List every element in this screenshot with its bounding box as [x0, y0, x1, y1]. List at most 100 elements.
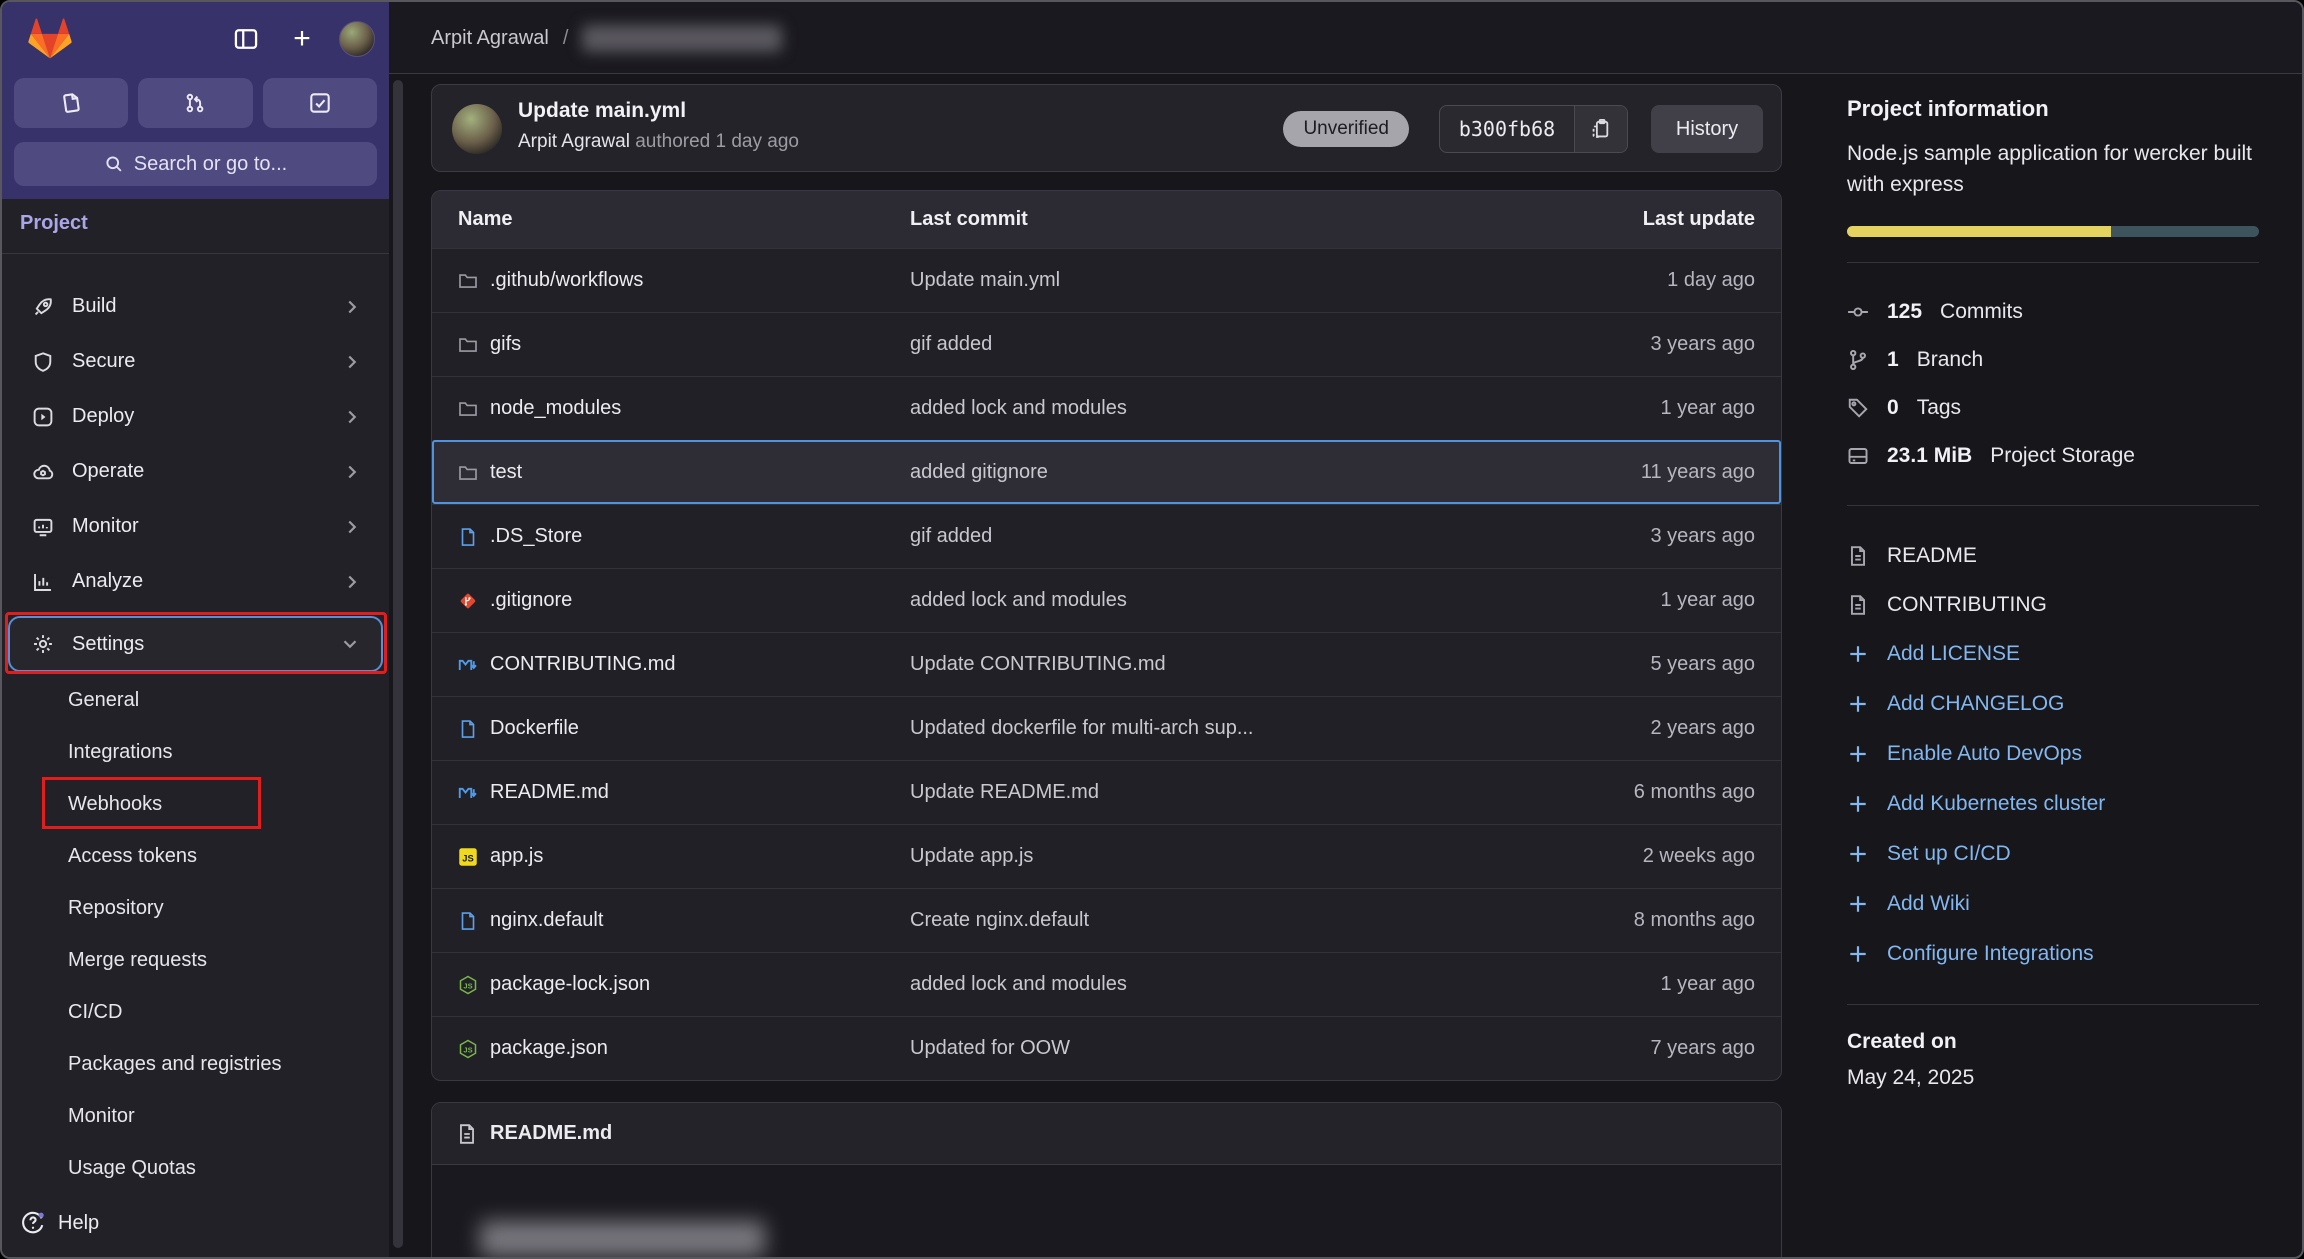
table-row[interactable]: node_modulesadded lock and modules1 year…: [432, 376, 1781, 440]
merge-requests-button[interactable]: [138, 78, 252, 128]
table-row[interactable]: .gitignoreadded lock and modules1 year a…: [432, 568, 1781, 632]
last-commit-message[interactable]: added lock and modules: [910, 397, 1535, 420]
file-name-cell[interactable]: test: [458, 461, 910, 484]
sidebar-item-deploy[interactable]: Deploy: [2, 389, 389, 444]
file-name-cell[interactable]: nginx.default: [458, 909, 910, 932]
search-placeholder: Search or go to...: [134, 153, 287, 176]
last-commit-message[interactable]: Update app.js: [910, 845, 1535, 868]
new-plus-icon[interactable]: +: [283, 20, 321, 58]
last-commit-message[interactable]: Update main.yml: [910, 269, 1535, 292]
last-commit-message[interactable]: added lock and modules: [910, 589, 1535, 612]
sidebar-toggle-icon[interactable]: [227, 20, 265, 58]
action-link-set-up-ci-cd[interactable]: Set up CI/CD: [1847, 829, 2259, 879]
sidebar-item-settings[interactable]: Settings: [10, 618, 381, 670]
sidebar-item-build[interactable]: Build: [2, 279, 389, 334]
action-link-add-wiki[interactable]: Add Wiki: [1847, 879, 2259, 929]
sidebar-item-label: Build: [72, 295, 341, 318]
file-name-cell[interactable]: JSpackage-lock.json: [458, 973, 910, 996]
sidebar-item-secure[interactable]: Secure: [2, 334, 389, 389]
table-row[interactable]: nginx.defaultCreate nginx.default8 month…: [432, 888, 1781, 952]
file-name-cell[interactable]: README.md: [458, 781, 910, 804]
main-scrollbar[interactable]: [393, 80, 403, 1248]
project-docs: READMECONTRIBUTING: [1847, 531, 2259, 629]
action-link-enable-auto-devops[interactable]: Enable Auto DevOps: [1847, 729, 2259, 779]
file-name-cell[interactable]: .gitignore: [458, 589, 910, 612]
table-row[interactable]: CONTRIBUTING.mdUpdate CONTRIBUTING.md5 y…: [432, 632, 1781, 696]
subnav-item-packages-and-registries[interactable]: Packages and registries: [2, 1038, 389, 1090]
todo-button[interactable]: [263, 78, 377, 128]
last-commit-message[interactable]: gif added: [910, 333, 1535, 356]
table-row[interactable]: .github/workflowsUpdate main.yml1 day ag…: [432, 248, 1781, 312]
subnav-item-general[interactable]: General: [2, 674, 389, 726]
commit-author-avatar[interactable]: [452, 104, 502, 154]
table-row[interactable]: gifsgif added3 years ago: [432, 312, 1781, 376]
help-button[interactable]: Help: [20, 1199, 99, 1247]
last-commit-message[interactable]: Update README.md: [910, 781, 1535, 804]
table-row[interactable]: testadded gitignore11 years ago: [432, 440, 1781, 504]
gitlab-logo-icon[interactable]: [24, 12, 76, 64]
commit-author-name[interactable]: Arpit Agrawal: [518, 131, 630, 152]
file-name-cell[interactable]: JSapp.js: [458, 845, 910, 868]
stat-tags[interactable]: 0Tags: [1847, 384, 2259, 432]
doc-link-contributing[interactable]: CONTRIBUTING: [1847, 580, 2259, 629]
action-link-add-changelog[interactable]: Add CHANGELOG: [1847, 679, 2259, 729]
project-info-title: Project information: [1847, 96, 2259, 122]
last-commit-message[interactable]: Updated dockerfile for multi-arch sup...: [910, 717, 1535, 740]
file-name-cell[interactable]: gifs: [458, 333, 910, 356]
unverified-badge[interactable]: Unverified: [1283, 111, 1409, 147]
subnav-item-webhooks[interactable]: Webhooks: [2, 778, 389, 830]
action-link-add-kubernetes-cluster[interactable]: Add Kubernetes cluster: [1847, 779, 2259, 829]
action-link-configure-integrations[interactable]: Configure Integrations: [1847, 929, 2259, 979]
commit-subtitle: Arpit Agrawal authored 1 day ago: [518, 131, 799, 153]
subnav-item-ci-cd[interactable]: CI/CD: [2, 986, 389, 1038]
file-name-cell[interactable]: node_modules: [458, 397, 910, 420]
sidebar-item-monitor[interactable]: Monitor: [2, 499, 389, 554]
subnav-item-usage-quotas[interactable]: Usage Quotas: [2, 1142, 389, 1194]
table-row[interactable]: JSpackage.jsonUpdated for OOW7 years ago: [432, 1016, 1781, 1080]
last-commit-message[interactable]: Update CONTRIBUTING.md: [910, 653, 1535, 676]
commit-title-link[interactable]: Update main.yml: [518, 99, 686, 123]
copy-button[interactable]: [1574, 106, 1627, 152]
history-button[interactable]: History: [1651, 105, 1763, 153]
rocket-icon: [32, 295, 56, 319]
subnav-item-merge-requests[interactable]: Merge requests: [2, 934, 389, 986]
action-link-add-license[interactable]: Add LICENSE: [1847, 629, 2259, 679]
subnav-item-label: Packages and registries: [68, 1053, 281, 1076]
stat-branch[interactable]: 1Branch: [1847, 336, 2259, 384]
issues-button[interactable]: [14, 78, 128, 128]
stat-commits[interactable]: 125Commits: [1847, 288, 2259, 336]
subnav-item-integrations[interactable]: Integrations: [2, 726, 389, 778]
file-name-cell[interactable]: Dockerfile: [458, 717, 910, 740]
sidebar-item-analyze[interactable]: Analyze: [2, 554, 389, 609]
sidebar-item-operate[interactable]: Operate: [2, 444, 389, 499]
last-commit-message[interactable]: Create nginx.default: [910, 909, 1535, 932]
last-commit-message[interactable]: added gitignore: [910, 461, 1535, 484]
file-name-cell[interactable]: .github/workflows: [458, 269, 910, 292]
last-commit-message[interactable]: gif added: [910, 525, 1535, 548]
search-input[interactable]: Search or go to...: [14, 142, 377, 186]
file-name-cell[interactable]: .DS_Store: [458, 525, 910, 548]
table-row[interactable]: README.mdUpdate README.md6 months ago: [432, 760, 1781, 824]
subnav-item-monitor[interactable]: Monitor: [2, 1090, 389, 1142]
breadcrumb-user-link[interactable]: Arpit Agrawal: [431, 27, 549, 50]
table-row[interactable]: JSapp.jsUpdate app.js2 weeks ago: [432, 824, 1781, 888]
table-row[interactable]: .DS_Storegif added3 years ago: [432, 504, 1781, 568]
table-row[interactable]: DockerfileUpdated dockerfile for multi-a…: [432, 696, 1781, 760]
last-commit-message[interactable]: Updated for OOW: [910, 1037, 1535, 1060]
last-commit-message[interactable]: added lock and modules: [910, 973, 1535, 996]
doc-link-readme[interactable]: README: [1847, 531, 2259, 580]
storage-icon: [1847, 445, 1869, 467]
language-bar[interactable]: [1847, 226, 2259, 237]
user-avatar[interactable]: [339, 21, 375, 57]
table-row[interactable]: JSpackage-lock.jsonadded lock and module…: [432, 952, 1781, 1016]
file-name-cell[interactable]: CONTRIBUTING.md: [458, 653, 910, 676]
breadcrumb-project-redacted[interactable]: [582, 25, 782, 52]
subnav-item-label: Usage Quotas: [68, 1157, 196, 1180]
commit-hash[interactable]: b300fb68: [1440, 106, 1574, 152]
tag-icon: [1847, 397, 1869, 419]
subnav-item-repository[interactable]: Repository: [2, 882, 389, 934]
readme-header[interactable]: README.md: [432, 1103, 1781, 1165]
stat-project-storage[interactable]: 23.1 MiBProject Storage: [1847, 432, 2259, 480]
subnav-item-access-tokens[interactable]: Access tokens: [2, 830, 389, 882]
file-name-cell[interactable]: JSpackage.json: [458, 1037, 910, 1060]
